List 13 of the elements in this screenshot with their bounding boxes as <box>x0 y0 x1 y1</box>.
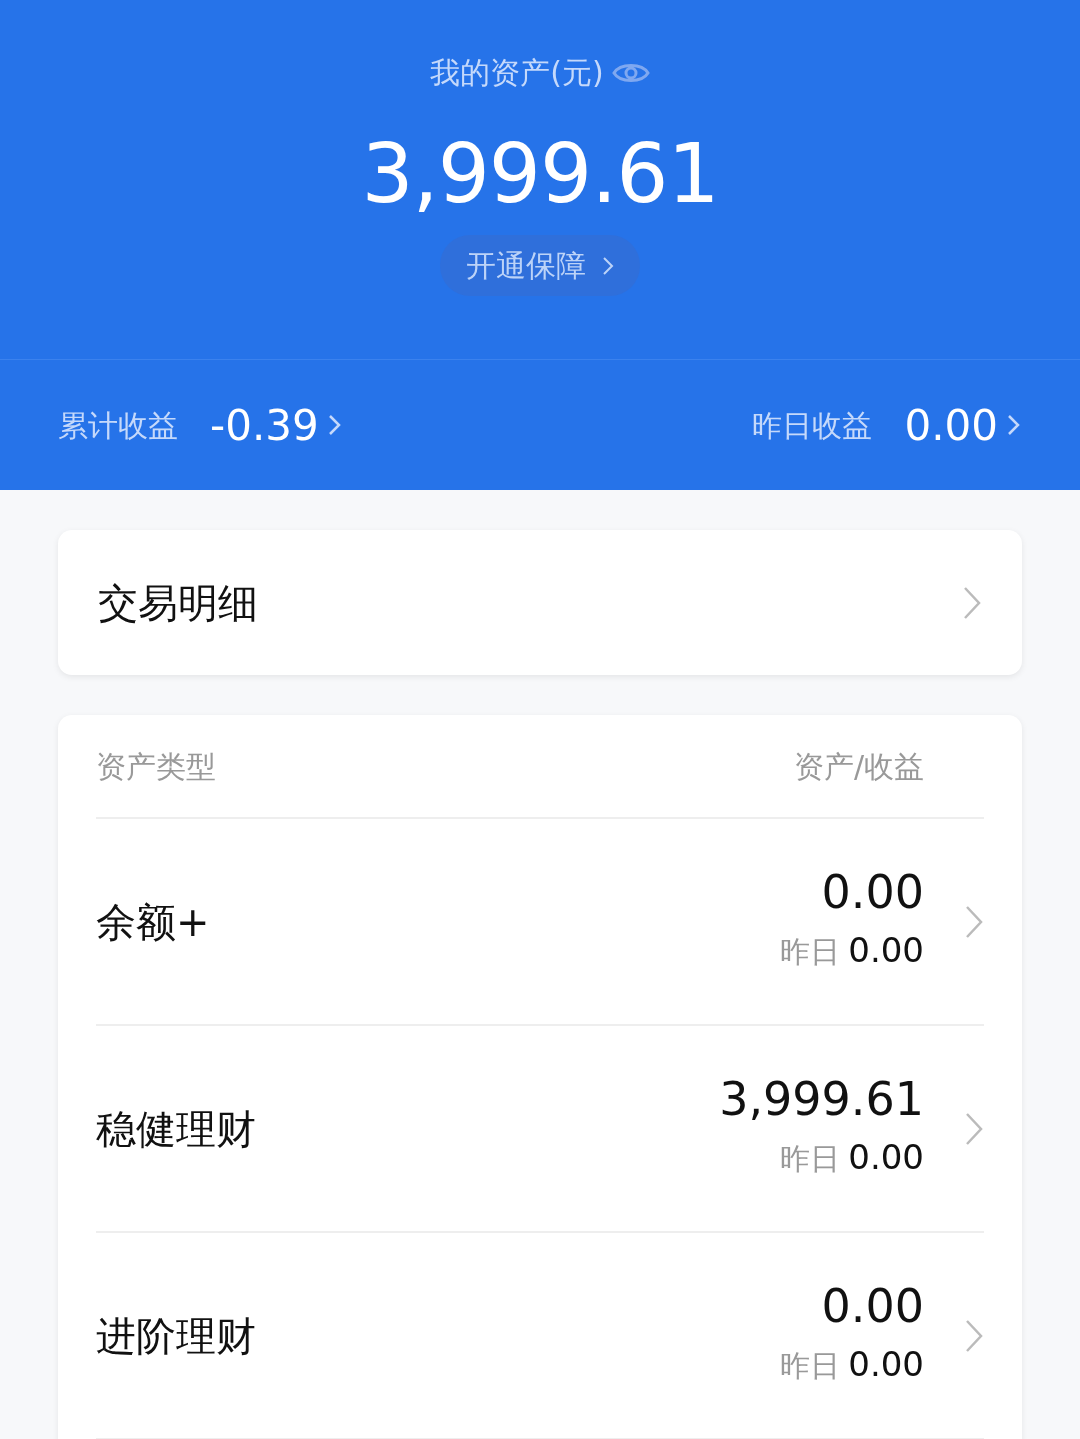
transactions-row[interactable]: 交易明细 <box>58 530 1022 675</box>
asset-row[interactable]: 进阶理财 0.00 昨日 0.00 <box>96 1233 984 1439</box>
column-header: 资产类型 <box>96 747 216 786</box>
cumulative-label: 累计收益 <box>58 406 178 445</box>
chevron-icon <box>602 254 614 277</box>
column-header: 资产/收益 <box>793 747 924 786</box>
yesterday-link[interactable]: 0.00 <box>904 393 1022 457</box>
assets-title: 我的资产(元) <box>430 54 604 92</box>
total-assets: 3,999.61 <box>361 133 719 215</box>
asset-row[interactable]: 稳健理财 3,999.61 昨日 0.00 <box>96 1026 984 1233</box>
cumulative-link[interactable]: -0.39 <box>210 393 343 457</box>
asset-row[interactable]: 余额+ 0.00 昨日 0.00 <box>96 819 984 1026</box>
yesterday-label: 昨日收益 <box>752 406 873 445</box>
